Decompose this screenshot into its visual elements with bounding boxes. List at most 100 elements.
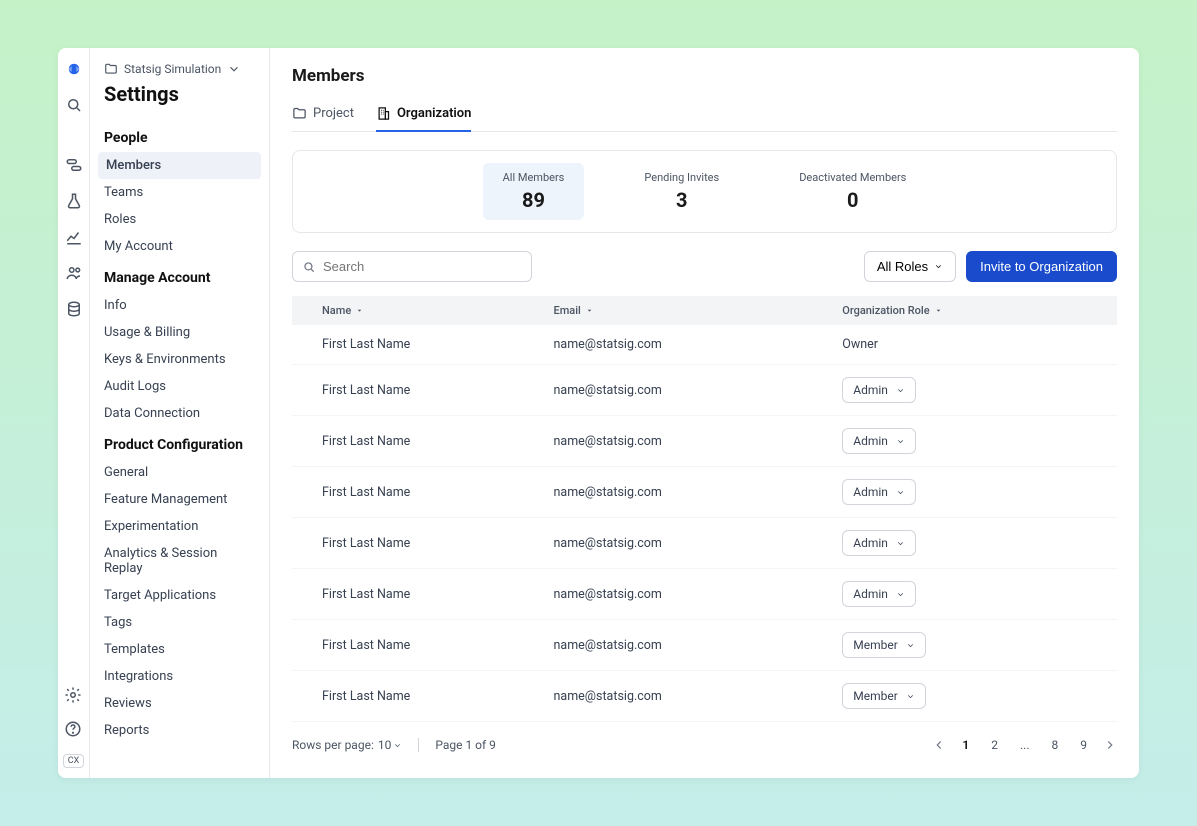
role-select[interactable]: Member bbox=[842, 632, 926, 658]
col-name[interactable]: Name bbox=[322, 304, 526, 317]
sidebar-item-experimentation[interactable]: Experimentation bbox=[90, 513, 269, 540]
chart-icon[interactable] bbox=[65, 228, 83, 246]
cell-email: name@statsig.com bbox=[540, 620, 829, 671]
page-1[interactable]: 1 bbox=[956, 736, 975, 754]
sort-icon bbox=[934, 306, 943, 315]
cell-name: First Last Name bbox=[292, 467, 540, 518]
next-page-button[interactable] bbox=[1103, 738, 1117, 752]
sidebar-item-tags[interactable]: Tags bbox=[90, 609, 269, 636]
folder-icon bbox=[104, 62, 118, 76]
cell-email: name@statsig.com bbox=[540, 671, 829, 722]
tab-project[interactable]: Project bbox=[292, 100, 354, 131]
chevron-down-icon bbox=[227, 62, 241, 76]
sidebar-item-usage-billing[interactable]: Usage & Billing bbox=[90, 319, 269, 346]
tab-organization[interactable]: Organization bbox=[376, 100, 471, 132]
chevron-down-icon bbox=[896, 386, 905, 395]
sidebar-item-roles[interactable]: Roles bbox=[90, 206, 269, 233]
sidebar-item-analytics-session-replay[interactable]: Analytics & Session Replay bbox=[90, 540, 269, 582]
cell-email: name@statsig.com bbox=[540, 416, 829, 467]
page-title: Settings bbox=[90, 82, 269, 120]
cell-email: name@statsig.com bbox=[540, 518, 829, 569]
sidebar-item-my-account[interactable]: My Account bbox=[90, 233, 269, 260]
sort-icon bbox=[355, 306, 364, 315]
chevron-down-icon bbox=[896, 437, 905, 446]
users-icon[interactable] bbox=[65, 264, 83, 282]
role-select[interactable]: Admin bbox=[842, 581, 916, 607]
cell-role: Admin bbox=[828, 518, 1117, 569]
sidebar-item-info[interactable]: Info bbox=[90, 292, 269, 319]
cell-email: name@statsig.com bbox=[540, 365, 829, 416]
stat-deactivated[interactable]: Deactivated Members 0 bbox=[779, 163, 926, 220]
nav-rail: CX bbox=[58, 48, 90, 778]
role-select[interactable]: Admin bbox=[842, 377, 916, 403]
page-8[interactable]: 8 bbox=[1046, 736, 1065, 754]
cx-badge[interactable]: CX bbox=[63, 754, 85, 768]
breadcrumb[interactable]: Statsig Simulation bbox=[90, 62, 269, 82]
database-icon[interactable] bbox=[65, 300, 83, 318]
col-role[interactable]: Organization Role bbox=[842, 304, 1103, 317]
sidebar-item-audit-logs[interactable]: Audit Logs bbox=[90, 373, 269, 400]
role-select[interactable]: Admin bbox=[842, 479, 916, 505]
section-title: Manage Account bbox=[90, 260, 269, 292]
search-input[interactable] bbox=[292, 251, 532, 282]
col-email[interactable]: Email bbox=[554, 304, 815, 317]
stat-all-members[interactable]: All Members 89 bbox=[483, 163, 585, 220]
sidebar-item-target-applications[interactable]: Target Applications bbox=[90, 582, 269, 609]
role-select[interactable]: Member bbox=[842, 683, 926, 709]
page-info: Page 1 of 9 bbox=[435, 738, 496, 752]
table-row: First Last Namename@statsig.comAdmin bbox=[292, 365, 1117, 416]
page-ellipsis: ... bbox=[1014, 736, 1036, 754]
role-select[interactable]: Admin bbox=[842, 530, 916, 556]
chevron-down-icon bbox=[393, 741, 402, 750]
toggles-icon[interactable] bbox=[65, 156, 83, 174]
sidebar-item-data-connection[interactable]: Data Connection bbox=[90, 400, 269, 427]
cell-role: Member bbox=[828, 620, 1117, 671]
rows-per-page-select[interactable]: 10 bbox=[378, 738, 403, 752]
cell-email: name@statsig.com bbox=[540, 467, 829, 518]
sidebar-item-reviews[interactable]: Reviews bbox=[90, 690, 269, 717]
cell-name: First Last Name bbox=[292, 569, 540, 620]
cell-email: name@statsig.com bbox=[540, 325, 829, 365]
cell-name: First Last Name bbox=[292, 518, 540, 569]
table-row: First Last Namename@statsig.comMember bbox=[292, 620, 1117, 671]
chevron-down-icon bbox=[906, 641, 915, 650]
table-row: First Last Namename@statsig.com Admin bbox=[292, 569, 1117, 620]
members-title: Members bbox=[292, 66, 1117, 86]
search-icon[interactable] bbox=[65, 96, 83, 114]
sidebar-item-teams[interactable]: Teams bbox=[90, 179, 269, 206]
sidebar-item-integrations[interactable]: Integrations bbox=[90, 663, 269, 690]
scope-tabs: Project Organization bbox=[292, 100, 1117, 132]
pagination: 12... 89 bbox=[932, 736, 1117, 754]
sidebar-item-templates[interactable]: Templates bbox=[90, 636, 269, 663]
roles-filter[interactable]: All Roles bbox=[864, 251, 956, 282]
search-wrap bbox=[292, 251, 532, 282]
sort-icon bbox=[585, 306, 594, 315]
sidebar-item-keys-environments[interactable]: Keys & Environments bbox=[90, 346, 269, 373]
chevron-down-icon bbox=[896, 539, 905, 548]
members-table: Name Email Organization Role First Last … bbox=[292, 296, 1117, 722]
cell-email: name@statsig.com bbox=[540, 569, 829, 620]
home-icon[interactable] bbox=[65, 60, 83, 78]
help-icon[interactable] bbox=[64, 720, 82, 738]
settings-sidebar: Statsig Simulation Settings PeopleMember… bbox=[90, 48, 270, 778]
sidebar-item-feature-management[interactable]: Feature Management bbox=[90, 486, 269, 513]
cell-role: Admin bbox=[828, 365, 1117, 416]
sidebar-item-general[interactable]: General bbox=[90, 459, 269, 486]
section-title: People bbox=[90, 120, 269, 152]
sidebar-item-members[interactable]: Members bbox=[98, 152, 261, 179]
prev-page-button[interactable] bbox=[932, 738, 946, 752]
page-9[interactable]: 9 bbox=[1074, 736, 1093, 754]
folder-icon bbox=[292, 106, 307, 121]
stats-card: All Members 89 Pending Invites 3 Deactiv… bbox=[292, 150, 1117, 233]
chevron-down-icon bbox=[896, 488, 905, 497]
chevron-down-icon bbox=[934, 262, 943, 271]
page-2[interactable]: 2 bbox=[985, 736, 1004, 754]
sidebar-item-reports[interactable]: Reports bbox=[90, 717, 269, 744]
gear-icon[interactable] bbox=[64, 686, 82, 704]
stat-pending-invites[interactable]: Pending Invites 3 bbox=[624, 163, 739, 220]
invite-button[interactable]: Invite to Organization bbox=[966, 251, 1117, 282]
table-row: First Last Namename@statsig.comAdmin bbox=[292, 416, 1117, 467]
role-select[interactable]: Admin bbox=[842, 428, 916, 454]
table-footer: Rows per page: 10 Page 1 of 9 12...89 bbox=[292, 736, 1117, 754]
flask-icon[interactable] bbox=[65, 192, 83, 210]
